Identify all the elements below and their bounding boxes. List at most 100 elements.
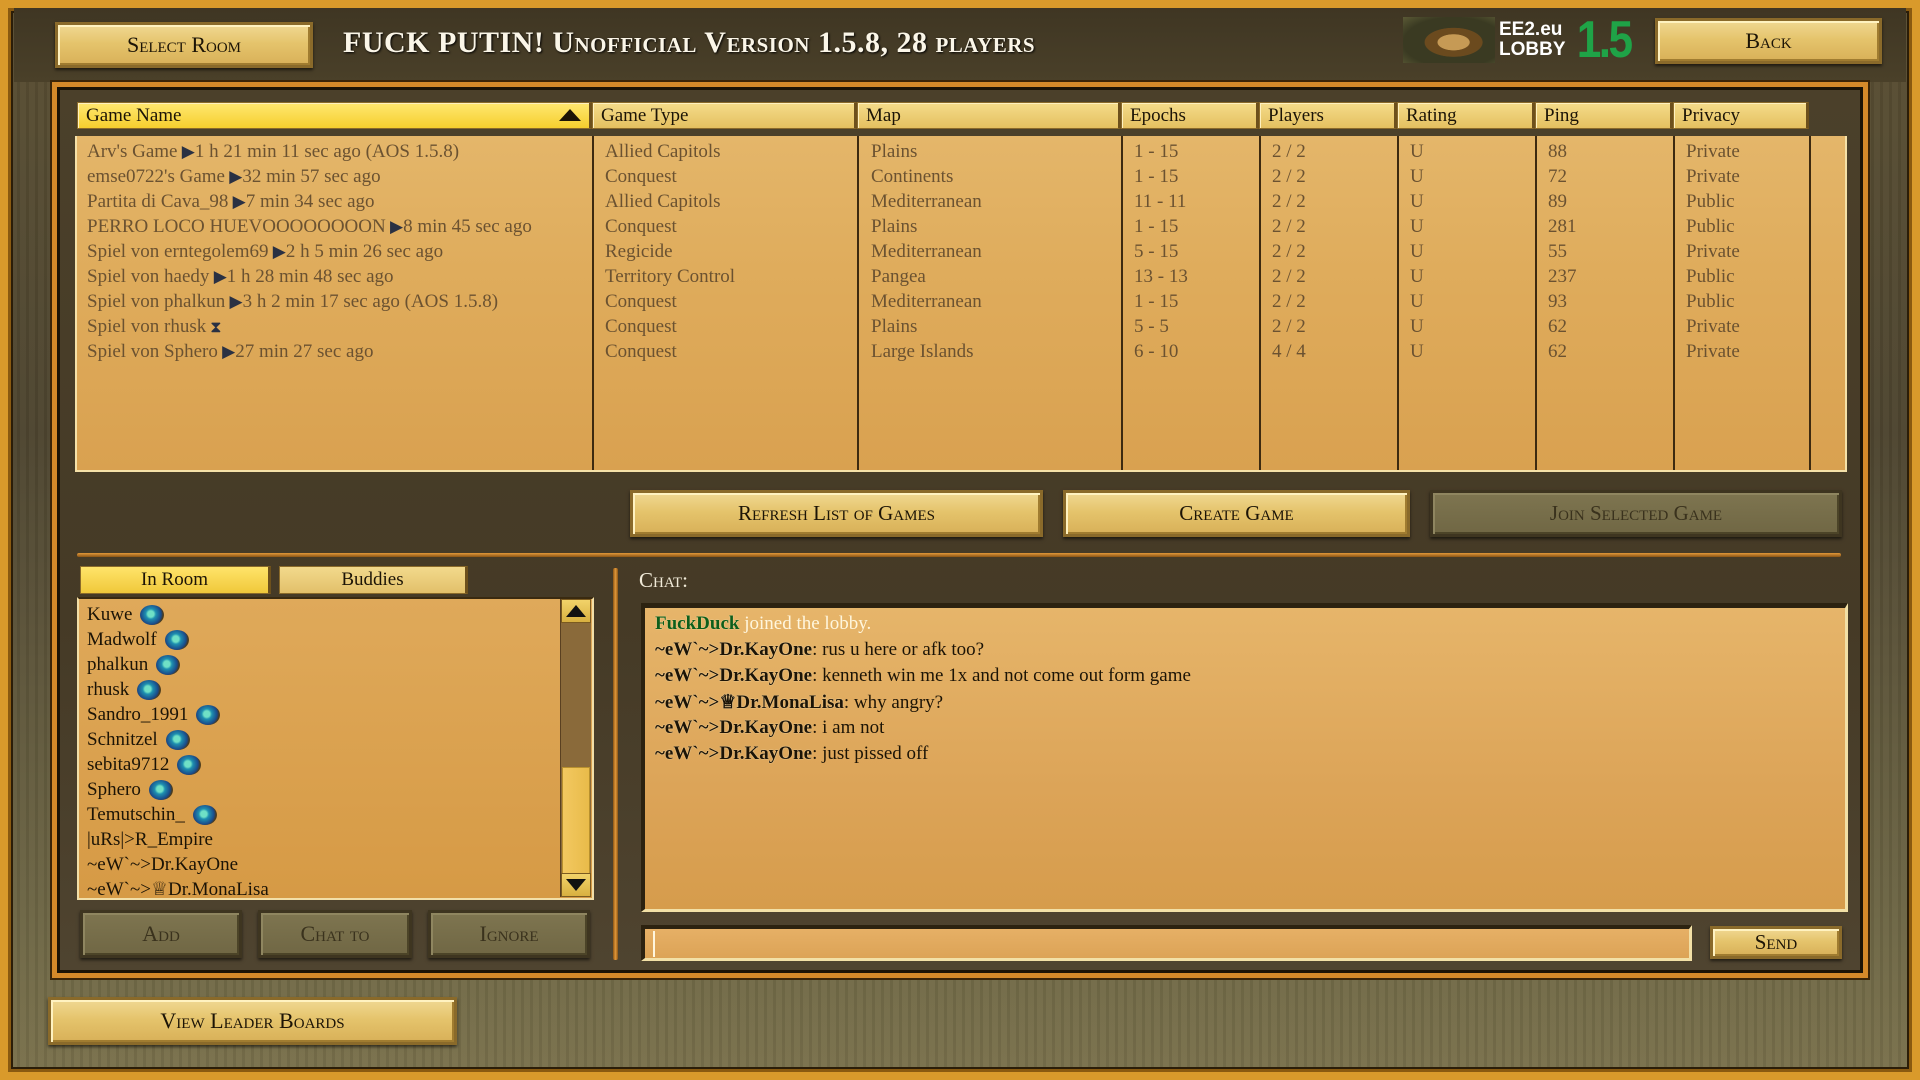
game-name-text: PERRO LOCO HUEVOOOOOOOON bbox=[87, 216, 386, 237]
game-name-text: Spiel von haedy bbox=[87, 266, 210, 287]
player-list-item[interactable]: phalkun bbox=[87, 652, 181, 677]
ignore-button[interactable]: Ignore bbox=[428, 910, 590, 958]
game-row[interactable]: emse0722's Game ▶32 min 57 sec ago Conque… bbox=[77, 166, 1845, 191]
scroll-down-button[interactable] bbox=[561, 873, 591, 897]
cell-epochs: 6 - 10 bbox=[1134, 341, 1179, 362]
game-name-text: Partita di Cava_98 bbox=[87, 191, 229, 212]
column-header-game-name[interactable]: Game Name bbox=[77, 102, 592, 129]
player-list-item[interactable]: ~eW`~>♕Dr.MonaLisa bbox=[87, 877, 269, 902]
player-list-item[interactable]: Sandro_1991 bbox=[87, 702, 221, 727]
send-button[interactable]: Send bbox=[1710, 926, 1842, 959]
cell-ping: 72 bbox=[1548, 166, 1567, 187]
game-row[interactable]: Spiel von Sphero ▶27 min 27 sec ago Conqu… bbox=[77, 341, 1845, 366]
cell-map: Plains bbox=[871, 141, 918, 162]
player-name: Schnitzel bbox=[87, 728, 158, 750]
player-list-item[interactable]: Schnitzel bbox=[87, 727, 190, 752]
scroll-up-button[interactable] bbox=[561, 599, 591, 623]
chat-sender[interactable]: ~eW`~>♕Dr.MonaLisa bbox=[655, 692, 844, 713]
add-buddy-button[interactable]: Add bbox=[80, 910, 242, 958]
column-header-game-type[interactable]: Game Type bbox=[592, 102, 857, 129]
cell-ping: 62 bbox=[1548, 341, 1567, 362]
game-row[interactable]: Partita di Cava_98 ▶7 min 34 sec ago Alli… bbox=[77, 191, 1845, 216]
globe-icon bbox=[164, 629, 189, 650]
play-arrow-icon: ▶ bbox=[385, 217, 404, 236]
column-header-epochs[interactable]: Epochs bbox=[1121, 102, 1259, 129]
refresh-games-button[interactable]: Refresh List of Games bbox=[630, 490, 1043, 537]
chat-to-button[interactable]: Chat to bbox=[258, 910, 412, 958]
cell-game-name: Partita di Cava_98 ▶7 min 34 sec ago bbox=[87, 191, 587, 213]
game-row[interactable]: PERRO LOCO HUEVOOOOOOOON ▶8 min 45 sec a… bbox=[77, 216, 1845, 241]
chat-sender[interactable]: ~eW`~>Dr.KayOne bbox=[655, 665, 812, 686]
column-label: Players bbox=[1268, 105, 1324, 126]
game-row[interactable]: Spiel von rhusk ⧗ Conquest Plains 5 - 5 2 / … bbox=[77, 316, 1845, 341]
player-list-item[interactable]: Kuwe bbox=[87, 602, 165, 627]
cell-map: Mediterranean bbox=[871, 291, 982, 312]
player-name: sebita9712 bbox=[87, 753, 170, 775]
cell-players: 2 / 2 bbox=[1272, 241, 1306, 262]
game-row[interactable]: Spiel von erntegolem69 ▶2 h 5 min 26 sec… bbox=[77, 241, 1845, 266]
column-header-privacy[interactable]: Privacy bbox=[1673, 102, 1809, 129]
chat-sender[interactable]: ~eW`~>Dr.KayOne bbox=[655, 743, 812, 764]
cell-rating: U bbox=[1410, 141, 1424, 162]
join-selected-game-button[interactable]: Join Selected Game bbox=[1430, 490, 1842, 537]
globe-icon bbox=[192, 804, 217, 825]
game-status-text: 3 h 2 min 17 sec ago (AOS 1.5.8) bbox=[242, 291, 499, 312]
globe-icon bbox=[137, 679, 162, 700]
player-list-scrollbar[interactable] bbox=[560, 599, 591, 897]
player-list[interactable]: Kuwe Madwolf phalkun rhusk Sandro_1991 Schnit… bbox=[77, 597, 594, 900]
player-list-item[interactable]: Madwolf bbox=[87, 627, 189, 652]
select-room-button[interactable]: Select Room bbox=[55, 22, 313, 68]
cell-players: 2 / 2 bbox=[1272, 316, 1306, 337]
globe-icon bbox=[140, 604, 165, 625]
column-label: Privacy bbox=[1682, 105, 1741, 126]
cell-privacy: Public bbox=[1686, 291, 1735, 312]
cell-map: Continents bbox=[871, 166, 954, 187]
play-arrow-icon: ▶ bbox=[225, 292, 243, 311]
create-game-button[interactable]: Create Game bbox=[1063, 490, 1410, 537]
chat-input[interactable] bbox=[641, 925, 1692, 961]
cell-rating: U bbox=[1410, 316, 1424, 337]
tab-buddies[interactable]: Buddies bbox=[279, 566, 468, 594]
cell-ping: 89 bbox=[1548, 191, 1567, 212]
chat-sender[interactable]: ~eW`~>Dr.KayOne bbox=[655, 639, 812, 660]
tab-in-room[interactable]: In Room bbox=[80, 566, 271, 594]
chat-sender[interactable]: ~eW`~>Dr.KayOne bbox=[655, 717, 812, 738]
game-row[interactable]: Spiel von phalkun ▶3 h 2 min 17 sec ago … bbox=[77, 291, 1845, 316]
player-name: Sphero bbox=[87, 778, 141, 800]
column-header-rating[interactable]: Rating bbox=[1397, 102, 1535, 129]
play-arrow-icon: ▶ bbox=[224, 167, 243, 186]
column-header-map[interactable]: Map bbox=[857, 102, 1121, 129]
player-list-item[interactable]: Sphero bbox=[87, 777, 173, 802]
player-list-item[interactable]: ~eW`~>Dr.KayOne bbox=[87, 852, 238, 877]
game-status-text: 1 h 28 min 48 sec ago bbox=[226, 266, 394, 287]
player-list-item[interactable]: rhusk bbox=[87, 677, 162, 702]
chat-sender[interactable]: FuckDuck bbox=[655, 613, 739, 634]
column-header-players[interactable]: Players bbox=[1259, 102, 1397, 129]
player-name: phalkun bbox=[87, 653, 149, 675]
player-list-item[interactable]: |uRs|>R_Empire bbox=[87, 827, 213, 852]
chat-log[interactable]: FuckDuck joined the lobby. ~eW`~>Dr.KayOn… bbox=[641, 603, 1848, 912]
game-row[interactable]: Spiel von haedy ▶1 h 28 min 48 sec ago Te… bbox=[77, 266, 1845, 291]
chat-message: ~eW`~>Dr.KayOne: rus u here or afk too? bbox=[655, 639, 984, 661]
player-name: Sandro_1991 bbox=[87, 703, 189, 725]
panel-divider bbox=[613, 568, 618, 960]
scroll-thumb[interactable] bbox=[562, 767, 590, 875]
game-row[interactable]: Arv's Game ▶1 h 21 min 11 sec ago (AOS 1… bbox=[77, 141, 1845, 166]
chat-text: : why angry? bbox=[843, 692, 944, 713]
back-button[interactable]: Back bbox=[1655, 18, 1882, 64]
lobby-logo: EE2.eu LOBBY 1.5 bbox=[1403, 11, 1635, 69]
cell-epochs: 1 - 15 bbox=[1134, 216, 1179, 237]
cell-game-type: Conquest bbox=[605, 341, 677, 362]
page-title: FUCK PUTIN! Unofficial Version 1.5.8, 28… bbox=[343, 26, 1036, 59]
cell-players: 2 / 2 bbox=[1272, 291, 1306, 312]
column-header-ping[interactable]: Ping bbox=[1535, 102, 1673, 129]
games-table[interactable]: Arv's Game ▶1 h 21 min 11 sec ago (AOS 1… bbox=[75, 136, 1847, 472]
player-list-item[interactable]: sebita9712 bbox=[87, 752, 202, 777]
play-arrow-icon: ▶ bbox=[217, 342, 236, 361]
view-leader-boards-button[interactable]: View Leader Boards bbox=[48, 997, 457, 1045]
cell-game-type: Allied Capitols bbox=[605, 191, 721, 212]
cell-game-name: PERRO LOCO HUEVOOOOOOOON ▶8 min 45 sec a… bbox=[87, 216, 587, 238]
play-arrow-icon: ▶ bbox=[268, 242, 286, 261]
player-name: Temutschin_ bbox=[87, 803, 185, 825]
player-list-item[interactable]: Temutschin_ bbox=[87, 802, 217, 827]
